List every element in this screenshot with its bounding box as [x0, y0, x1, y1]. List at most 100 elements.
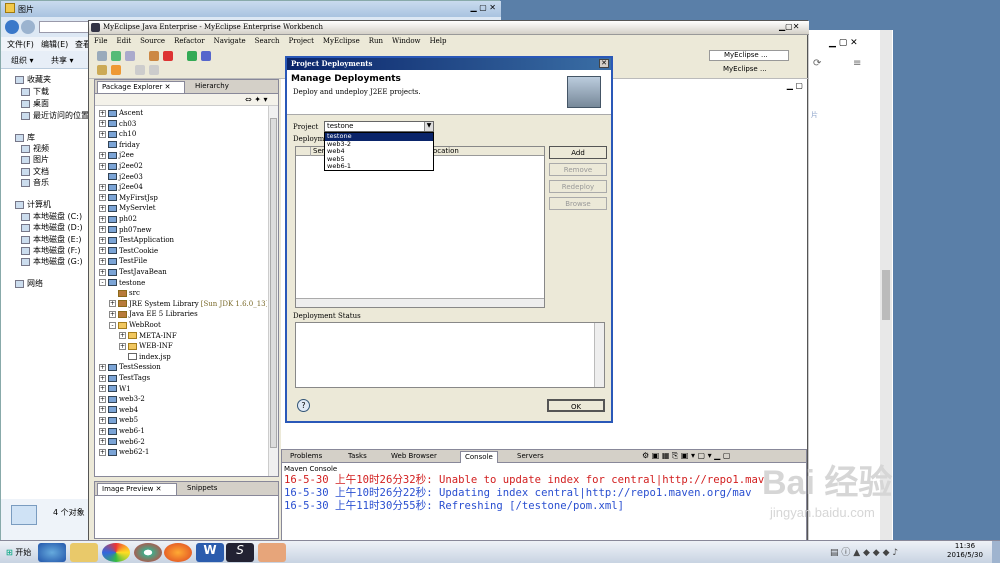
tree-item[interactable]: + TestSession: [99, 362, 161, 372]
expand-toggle-icon[interactable]: +: [119, 332, 126, 340]
expand-toggle-icon[interactable]: +: [99, 130, 106, 138]
expand-toggle-icon[interactable]: +: [99, 109, 106, 117]
menu-file[interactable]: 文件(F): [7, 39, 34, 50]
nav-item[interactable]: 图片: [21, 154, 49, 165]
expand-toggle-icon[interactable]: +: [99, 395, 106, 403]
console-toolbar[interactable]: ⚙ ▣ ▦ ⎘ ▣ ▾ ▢ ▾ ▁ ▢: [642, 451, 730, 461]
table-hscrollbar[interactable]: [296, 298, 544, 307]
eclipse-menu-item[interactable]: File: [94, 37, 107, 45]
expand-toggle-icon[interactable]: +: [99, 194, 106, 202]
nav-item[interactable]: 视频: [21, 143, 49, 154]
tab-tasks[interactable]: Tasks: [344, 451, 371, 463]
expand-toggle-icon[interactable]: +: [119, 342, 126, 350]
expand-toggle-icon[interactable]: +: [99, 416, 106, 424]
tree-item[interactable]: + META-INF: [119, 331, 177, 341]
remove-button[interactable]: Remove: [549, 163, 607, 176]
nav-item[interactable]: 本地磁盘 (G:): [21, 256, 83, 267]
tab-snippets[interactable]: Snippets: [183, 483, 221, 495]
dropdown-arrow-icon[interactable]: ▼: [424, 122, 433, 131]
open-type-icon[interactable]: [97, 65, 107, 75]
eclipse-menu-item[interactable]: MyEclipse: [323, 37, 360, 45]
tab-image-preview[interactable]: Image Preview ✕: [97, 483, 177, 495]
nav-item[interactable]: 本地磁盘 (C:): [21, 211, 82, 222]
browse-button[interactable]: Browse: [549, 197, 607, 210]
tree-item[interactable]: + MyServlet: [99, 203, 156, 213]
nav-item[interactable]: 收藏夹: [15, 74, 51, 85]
perspective-myeclipse-2[interactable]: MyEclipse ...: [719, 65, 789, 76]
start-button[interactable]: ⊞ 开始: [2, 544, 35, 561]
tree-item[interactable]: + j2ee02: [99, 161, 143, 171]
share-button[interactable]: 共享 ▾: [51, 55, 74, 66]
tree-item[interactable]: + TestTags: [99, 373, 150, 383]
chrome-icon[interactable]: [134, 543, 162, 562]
tree-item[interactable]: + web6-2: [99, 437, 145, 447]
eclipse-menu-item[interactable]: Help: [430, 37, 447, 45]
tab-problems[interactable]: Problems: [286, 451, 326, 463]
run-icon[interactable]: [187, 51, 197, 61]
tray-icons[interactable]: ▤ ⓘ ▲ ◆ ◆ ◆ ♪: [830, 545, 898, 558]
project-dropdown-list[interactable]: testone web3-2 web4 web5 web6-1: [324, 132, 434, 171]
nav-item[interactable]: 计算机: [15, 199, 51, 210]
address-bar[interactable]: [39, 21, 89, 33]
print-icon[interactable]: [125, 51, 135, 61]
expand-toggle-icon[interactable]: +: [99, 226, 106, 234]
server-icon[interactable]: [163, 51, 173, 61]
eclipse-menu-item[interactable]: Search: [255, 37, 280, 45]
expand-toggle-icon[interactable]: +: [99, 236, 106, 244]
dialog-close-button[interactable]: ✕: [599, 59, 609, 68]
expand-toggle-icon[interactable]: +: [99, 406, 106, 414]
perspective-myeclipse-1[interactable]: MyEclipse ...: [709, 50, 789, 61]
status-scrollbar[interactable]: [594, 323, 604, 387]
tree-item[interactable]: + web5: [99, 415, 138, 425]
word-icon[interactable]: W: [196, 543, 224, 562]
expand-toggle-icon[interactable]: +: [99, 438, 106, 446]
nav-item[interactable]: 最近访问的位置: [21, 110, 89, 121]
nav-item[interactable]: 桌面: [21, 98, 49, 109]
tab-console[interactable]: Console: [460, 451, 498, 463]
tree-item[interactable]: + TestJavaBean: [99, 267, 167, 277]
myeclipse-task-icon[interactable]: S: [226, 543, 254, 562]
expand-toggle-icon[interactable]: +: [99, 204, 106, 212]
show-desktop-button[interactable]: [992, 541, 1000, 563]
organize-button[interactable]: 组织 ▾: [11, 55, 34, 66]
eclipse-menu-item[interactable]: Edit: [116, 37, 131, 45]
expand-toggle-icon[interactable]: +: [99, 268, 106, 276]
scroll-thumb[interactable]: [882, 270, 890, 320]
nav-item[interactable]: 音乐: [21, 177, 49, 188]
tree-item[interactable]: + Ascent: [99, 108, 143, 118]
help-icon[interactable]: ?: [297, 399, 310, 412]
explorer-icon[interactable]: [70, 543, 98, 562]
expand-toggle-icon[interactable]: +: [99, 247, 106, 255]
tree-item[interactable]: + j2ee: [99, 150, 134, 160]
tree-item[interactable]: + web62-1: [99, 447, 149, 457]
tree-item[interactable]: + web4: [99, 405, 138, 415]
tree-item[interactable]: + TestCookie: [99, 246, 158, 256]
expand-toggle-icon[interactable]: +: [99, 385, 106, 393]
debug-icon[interactable]: [201, 51, 211, 61]
tree-item[interactable]: j2ee03: [99, 172, 143, 182]
tree-item[interactable]: + ch10: [99, 129, 136, 139]
eclipse-menu-item[interactable]: Run: [369, 37, 383, 45]
tree-scroll-thumb[interactable]: [270, 118, 277, 448]
eclipse-menu-item[interactable]: Refactor: [174, 37, 204, 45]
browser-scrollbar[interactable]: [880, 30, 892, 545]
col-location[interactable]: ocation: [430, 147, 540, 156]
expand-toggle-icon[interactable]: +: [99, 374, 106, 382]
tree-item[interactable]: + web6-1: [99, 426, 145, 436]
expand-toggle-icon[interactable]: +: [109, 300, 116, 308]
expand-toggle-icon[interactable]: +: [99, 151, 106, 159]
forward-icon[interactable]: [21, 20, 35, 34]
forward-nav-icon[interactable]: [149, 65, 159, 75]
tree-scrollbar[interactable]: [268, 106, 278, 476]
expand-toggle-icon[interactable]: +: [99, 448, 106, 456]
nav-item[interactable]: 文档: [21, 166, 49, 177]
tree-item[interactable]: + TestApplication: [99, 235, 174, 245]
nav-item[interactable]: 本地磁盘 (F:): [21, 245, 80, 256]
tree-item[interactable]: + ph02: [99, 214, 137, 224]
tree-item[interactable]: + WEB-INF: [119, 341, 173, 351]
nav-item[interactable]: 本地磁盘 (E:): [21, 234, 82, 245]
eclipse-menu-item[interactable]: Project: [289, 37, 314, 45]
photos-icon[interactable]: [102, 543, 130, 562]
tree-item[interactable]: + ch03: [99, 119, 136, 129]
back-nav-icon[interactable]: [135, 65, 145, 75]
